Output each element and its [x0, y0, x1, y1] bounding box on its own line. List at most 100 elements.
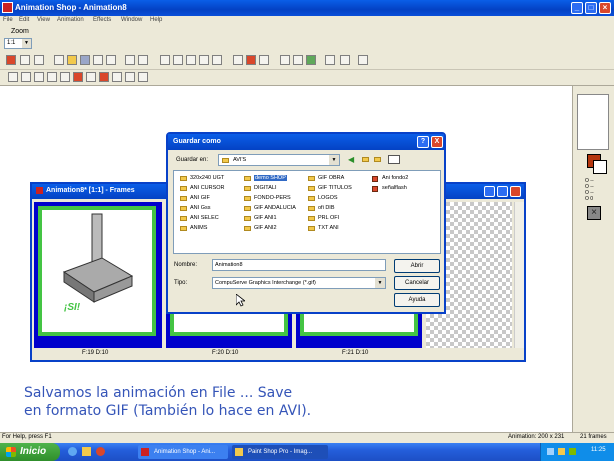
paste-icon[interactable] [186, 55, 196, 65]
file-list-item-label: demo SHOP [254, 175, 287, 181]
cut-icon[interactable] [160, 55, 170, 65]
quicklaunch-media-icon[interactable] [96, 447, 105, 456]
transparent-swatch-icon[interactable]: × [587, 206, 601, 220]
dropper-icon[interactable] [34, 55, 44, 65]
export-icon[interactable] [93, 55, 103, 65]
file-list-item[interactable]: ANIMS [180, 225, 207, 231]
copy-icon[interactable] [173, 55, 183, 65]
file-list-item[interactable]: ANI CURSOR [180, 185, 225, 191]
up-folder-icon[interactable] [362, 157, 369, 162]
task-animation-shop[interactable]: Animation Shop - Ani... [138, 445, 228, 459]
file-list-item[interactable]: ANI SELEC [180, 215, 219, 221]
help-button[interactable]: Ayuda [394, 293, 440, 307]
zoom-tool-icon[interactable] [280, 55, 290, 65]
file-list-item[interactable]: GIF OBRA [308, 175, 344, 181]
redo-icon[interactable] [138, 55, 148, 65]
menu-file[interactable]: File [3, 17, 13, 23]
frames-maximize-button[interactable] [497, 186, 508, 197]
file-list-item[interactable]: 320x240 UGT [180, 175, 224, 181]
frame-props-icon[interactable] [259, 55, 269, 65]
dialog-close-button[interactable]: X [431, 136, 443, 148]
menu-effects[interactable]: Effects [93, 17, 111, 23]
insert-frame-icon[interactable] [233, 55, 243, 65]
tray-network-icon[interactable] [547, 448, 554, 455]
task-paint-shop-pro[interactable]: Paint Shop Pro - Imag... [232, 445, 328, 459]
paste-new-icon[interactable] [199, 55, 209, 65]
file-list-item[interactable]: GIF ANI2 [244, 225, 277, 231]
text-tool-icon[interactable] [112, 72, 122, 82]
start-button[interactable]: Inicio [0, 443, 60, 461]
preview-icon[interactable] [293, 55, 303, 65]
paste-after-icon[interactable] [212, 55, 222, 65]
file-name-label: Nombre: [174, 262, 198, 268]
file-type-select[interactable]: CompuServe Graphics Interchange (*.gif) … [212, 277, 386, 289]
background-color-swatch[interactable] [593, 160, 607, 174]
dialog-help-button[interactable]: ? [417, 136, 429, 148]
move-icon[interactable] [34, 72, 44, 82]
file-list-item[interactable]: ANI Gss [180, 205, 210, 211]
quicklaunch-ie-icon[interactable] [68, 447, 77, 456]
file-list-item[interactable]: DIGITALI [244, 185, 277, 191]
file-list-item[interactable]: FONDO-PERS [244, 195, 291, 201]
eraser-icon[interactable] [86, 72, 96, 82]
delete-frame-icon[interactable] [246, 55, 256, 65]
save-in-select[interactable]: AVI'S ▼ [218, 154, 340, 166]
file-list-item[interactable]: ANI GIF [180, 195, 210, 201]
file-list-item[interactable]: GIF TITULOS [308, 185, 352, 191]
menu-view[interactable]: View [37, 17, 50, 23]
arrow-tool-icon[interactable] [8, 72, 18, 82]
fit-icon[interactable] [340, 55, 350, 65]
minimize-button[interactable]: _ [571, 2, 583, 14]
brush-tool-icon[interactable] [6, 55, 16, 65]
file-list-item[interactable]: demo SHOP [244, 175, 287, 181]
wand-icon[interactable] [20, 55, 30, 65]
new-file-icon[interactable] [54, 55, 64, 65]
crop-icon[interactable] [47, 72, 57, 82]
file-name-input[interactable]: Animation8 [212, 259, 386, 271]
undo-icon[interactable] [125, 55, 135, 65]
maximize-button[interactable]: □ [585, 2, 597, 14]
quicklaunch-folder-icon[interactable] [82, 447, 91, 456]
optimize-icon[interactable] [306, 55, 316, 65]
color-picker[interactable] [577, 94, 609, 150]
fill-icon[interactable] [99, 72, 109, 82]
back-arrow-icon[interactable]: ◀ [348, 155, 357, 164]
context-help-icon[interactable] [358, 55, 368, 65]
tray-volume-icon[interactable] [558, 448, 565, 455]
cancel-button[interactable]: Cancelar [394, 276, 440, 290]
eyedropper-icon[interactable] [60, 72, 70, 82]
zoom-select[interactable]: 1:1 ▼ [4, 38, 32, 49]
file-list-item[interactable]: Ani fondo2 [372, 175, 408, 182]
menu-animation[interactable]: Animation [57, 17, 84, 23]
mouse-cursor-icon [236, 294, 245, 307]
open-folder-icon[interactable] [67, 55, 77, 65]
frames-close-button[interactable] [510, 186, 521, 197]
save-icon[interactable] [80, 55, 90, 65]
rectangle-tool-icon[interactable] [138, 72, 148, 82]
view-menu-icon[interactable] [388, 155, 400, 164]
menu-window[interactable]: Window [121, 17, 142, 23]
frames-minimize-button[interactable] [484, 186, 495, 197]
menu-help[interactable]: Help [150, 17, 162, 23]
file-list-item[interactable]: PRL OFI [308, 215, 339, 221]
tray-app-icon[interactable] [569, 448, 576, 455]
file-list-item[interactable]: ofi DIB [308, 205, 335, 211]
frame-19[interactable]: ¡SI! [34, 202, 162, 348]
print-icon[interactable] [106, 55, 116, 65]
file-list-item[interactable]: GIF ANDALUCIA [244, 205, 296, 211]
file-list-item[interactable]: TXT ANI [308, 225, 339, 231]
view-animation-icon[interactable] [325, 55, 335, 65]
new-folder-icon[interactable] [374, 157, 381, 162]
file-list-item[interactable]: LOGOS [308, 195, 338, 201]
file-list-item[interactable]: GIF ANI1 [244, 215, 277, 221]
question-icon: ? [420, 138, 426, 145]
zoom-in-icon[interactable] [21, 72, 31, 82]
frames-scrollbar[interactable] [514, 202, 524, 348]
open-button[interactable]: Abrir [394, 259, 440, 273]
file-list-item-label: GIF OBRA [318, 175, 345, 181]
menu-edit[interactable]: Edit [19, 17, 29, 23]
paintbrush-icon[interactable] [73, 72, 83, 82]
close-button[interactable]: × [599, 2, 611, 14]
line-tool-icon[interactable] [125, 72, 135, 82]
file-list-item[interactable]: señalflash [372, 185, 407, 192]
